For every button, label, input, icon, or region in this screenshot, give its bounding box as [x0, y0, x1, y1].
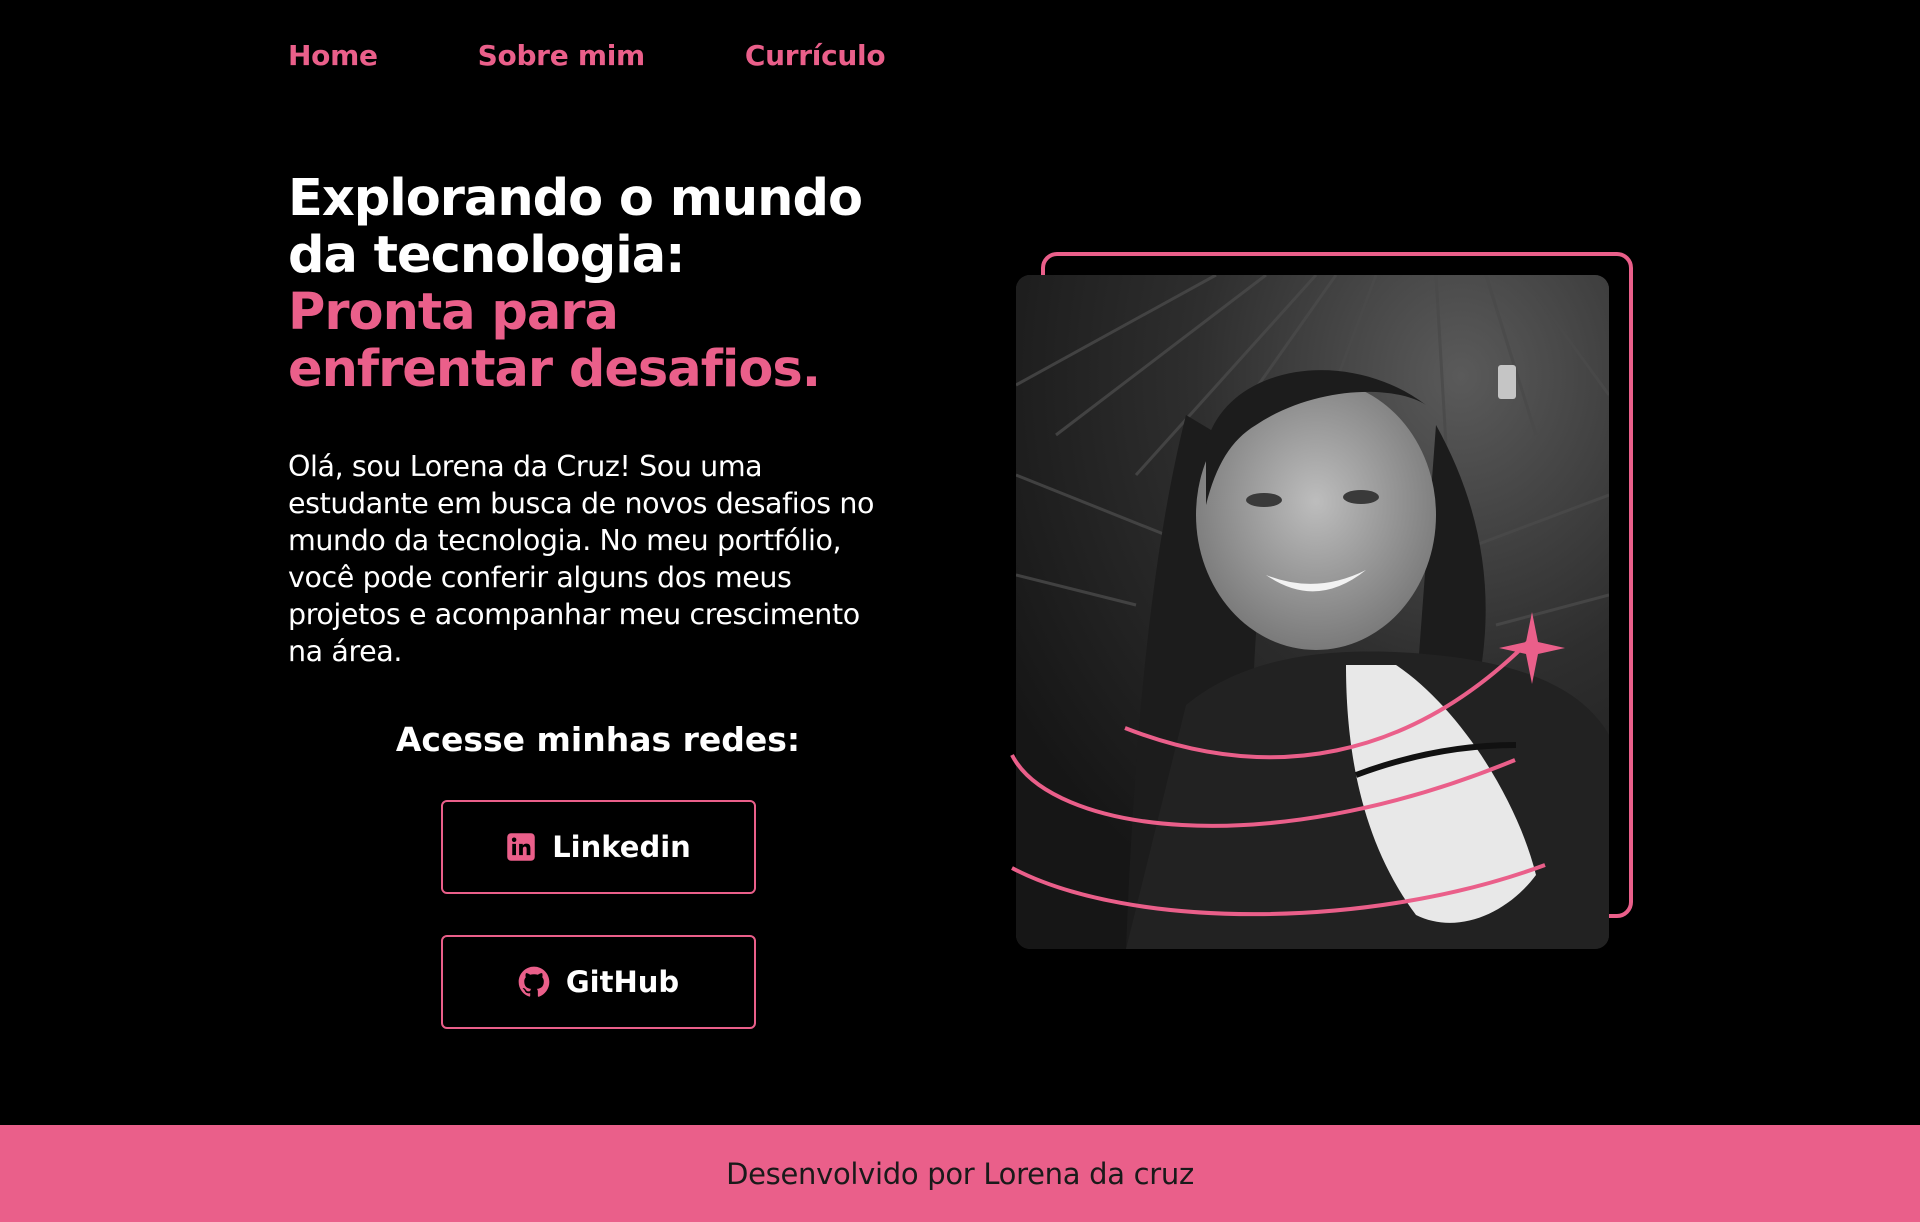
github-button-label: GitHub: [565, 965, 680, 999]
github-button[interactable]: GitHub: [441, 935, 756, 1029]
footer-text: Desenvolvido por Lorena da cruz: [726, 1156, 1194, 1191]
nav-link-curriculo[interactable]: Currículo: [745, 36, 886, 76]
nav-link-home[interactable]: Home: [288, 36, 378, 76]
hero-title-line-1: Explorando o mundo: [288, 169, 863, 228]
footer: Desenvolvido por Lorena da cruz: [0, 1125, 1920, 1222]
profile-photo: [1016, 275, 1609, 949]
github-icon: [518, 966, 550, 998]
intro-paragraph: Olá, sou Lorena da Cruz! Sou uma estudan…: [288, 450, 875, 668]
nav-link-sobre-mim[interactable]: Sobre mim: [478, 36, 646, 76]
hero-title: Explorando o mundo da tecnologia: Pronta…: [288, 170, 948, 398]
social-heading: Acesse minhas redes:: [395, 720, 801, 759]
hero-title-line-4: enfrentar desafios.: [288, 340, 821, 399]
linkedin-button-label: Linkedin: [552, 830, 691, 864]
linkedin-icon: [506, 832, 536, 862]
linkedin-button[interactable]: Linkedin: [441, 800, 756, 894]
main-nav: Home Sobre mim Currículo: [288, 36, 985, 76]
hero-title-line-3: Pronta para: [288, 283, 619, 342]
hero-title-line-2: da tecnologia:: [288, 226, 686, 285]
